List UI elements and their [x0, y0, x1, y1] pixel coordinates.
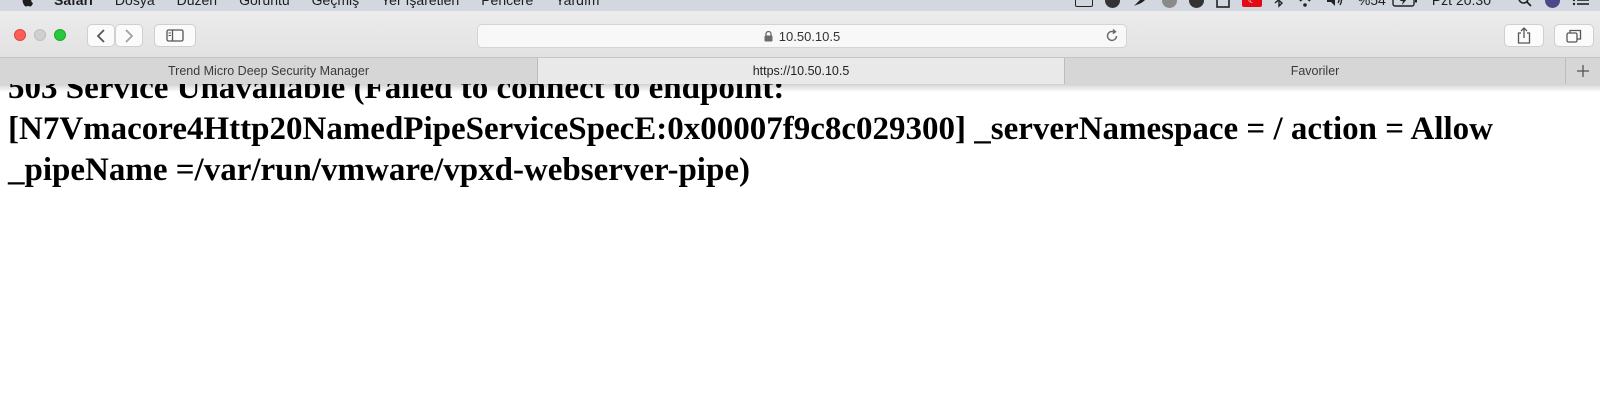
macos-menubar: Safari Dosya Düzen Görüntü Geçmiş Yer İş… — [0, 0, 1600, 11]
plus-icon — [1577, 65, 1589, 77]
search-icon[interactable] — [1517, 0, 1533, 8]
menu-goruntu[interactable]: Görüntü — [239, 0, 290, 8]
tab-label: Trend Micro Deep Security Manager — [167, 64, 369, 78]
tab-bar: Trend Micro Deep Security Manager https:… — [0, 57, 1600, 84]
battery-percent: %54 — [1357, 0, 1386, 8]
menubar-status-area: ☾ %54 Pzt 20:30 — [1063, 0, 1590, 11]
sidebar-toggle-button[interactable] — [154, 24, 196, 47]
forward-button[interactable] — [115, 24, 143, 47]
siri-icon[interactable] — [1545, 0, 1560, 8]
share-icon — [1517, 27, 1531, 44]
volume-icon[interactable] — [1326, 0, 1344, 7]
menu-duzen[interactable]: Düzen — [177, 0, 217, 8]
menu-app-safari[interactable]: Safari — [54, 0, 93, 8]
address-text: 10.50.10.5 — [778, 28, 841, 44]
bluetooth-icon[interactable] — [1274, 0, 1284, 8]
display-icon[interactable] — [1074, 0, 1093, 7]
tab-trend-micro[interactable]: Trend Micro Deep Security Manager — [0, 58, 538, 84]
tab-favoriler[interactable]: Favoriler — [1065, 58, 1566, 84]
wifi-icon[interactable] — [1296, 0, 1314, 7]
menubar-clock[interactable]: Pzt 20:30 — [1432, 0, 1491, 8]
page-content: 503 Service Unavailable (Failed to conne… — [0, 84, 1600, 412]
globe-grid-icon[interactable] — [1104, 0, 1120, 8]
error-heading: 503 Service Unavailable (Failed to conne… — [8, 84, 1494, 188]
clipboard-icon[interactable] — [1216, 0, 1230, 8]
menu-pencere[interactable]: Pencere — [481, 0, 533, 8]
tab-label: https://10.50.10.5 — [752, 64, 850, 78]
tab-active-10-50-10-5[interactable]: https://10.50.10.5 — [538, 58, 1065, 84]
chevron-left-icon — [96, 28, 105, 43]
toolbar-shadow — [0, 84, 1600, 92]
browser-toolbar: 10.50.10.5 — [0, 11, 1600, 57]
menu-yardim[interactable]: Yardım — [555, 0, 599, 8]
tabs-overview-icon — [1566, 29, 1582, 43]
vpn-globe-icon[interactable] — [1161, 0, 1177, 8]
headphones-icon[interactable] — [1188, 0, 1204, 8]
menu-yer-isaretleri[interactable]: Yer İşaretleri — [381, 0, 459, 8]
menu-gecmis[interactable]: Geçmiş — [312, 0, 359, 8]
apple-menu-icon[interactable] — [20, 0, 36, 8]
new-tab-button[interactable] — [1566, 58, 1600, 84]
reload-icon[interactable] — [1104, 28, 1120, 44]
back-button[interactable] — [87, 24, 115, 47]
window-close-button[interactable] — [14, 29, 26, 41]
sidebar-icon — [166, 29, 184, 42]
window-minimize-button[interactable] — [34, 29, 46, 41]
share-button[interactable] — [1504, 24, 1544, 47]
window-zoom-button[interactable] — [54, 29, 66, 41]
control-center-icon[interactable] — [1572, 0, 1590, 7]
chevron-right-icon — [125, 28, 134, 43]
menu-dosya[interactable]: Dosya — [115, 0, 155, 8]
feather-icon[interactable] — [1132, 0, 1150, 7]
tab-overview-button[interactable] — [1554, 24, 1594, 47]
address-bar[interactable]: 10.50.10.5 — [477, 24, 1127, 48]
lock-icon — [764, 30, 773, 41]
turkey-flag-icon[interactable]: ☾ — [1241, 0, 1262, 7]
tab-label: Favoriler — [1290, 64, 1340, 78]
battery-charging-icon[interactable] — [1392, 0, 1418, 7]
